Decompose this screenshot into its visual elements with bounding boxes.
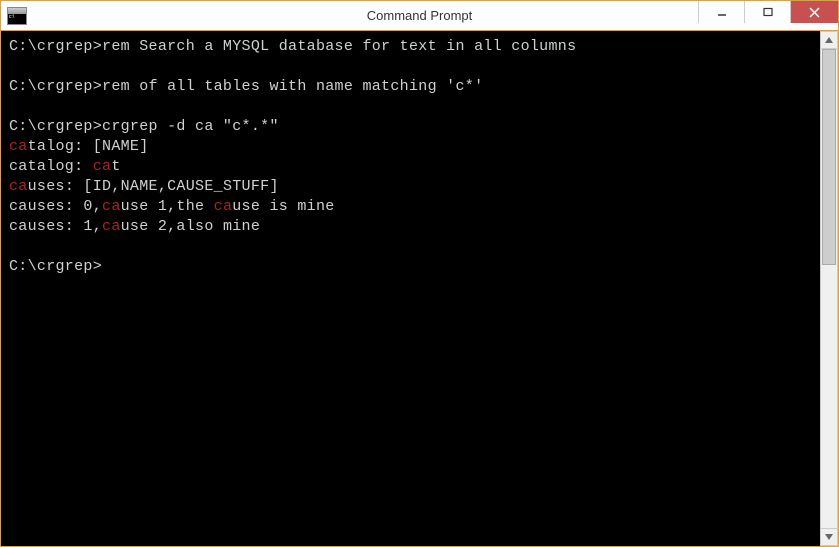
terminal-output[interactable]: C:\crgrep>rem Search a MYSQL database fo… xyxy=(1,31,820,546)
minimize-button[interactable] xyxy=(698,1,744,23)
terminal-line: C:\crgrep>rem of all tables with name ma… xyxy=(9,77,812,97)
command-prompt-window: c:\ Command Prompt C:\crgrep>rem Search … xyxy=(0,0,839,547)
window-title: Command Prompt xyxy=(367,8,472,23)
terminal-line: causes: 1,cause 2,also mine xyxy=(9,217,812,237)
window-controls xyxy=(698,1,838,30)
vertical-scrollbar[interactable] xyxy=(820,31,838,546)
terminal-line xyxy=(9,57,812,77)
terminal-line: catalog: [NAME] xyxy=(9,137,812,157)
titlebar[interactable]: c:\ Command Prompt xyxy=(1,1,838,31)
terminal-line: C:\crgrep>crgrep -d ca "c*.*" xyxy=(9,117,812,137)
scroll-down-button[interactable] xyxy=(820,528,838,546)
terminal-line xyxy=(9,97,812,117)
terminal-line: C:\crgrep>rem Search a MYSQL database fo… xyxy=(9,37,812,57)
close-button[interactable] xyxy=(790,1,838,23)
terminal-line: causes: [ID,NAME,CAUSE_STUFF] xyxy=(9,177,812,197)
cmd-icon: c:\ xyxy=(7,7,27,25)
content-area: C:\crgrep>rem Search a MYSQL database fo… xyxy=(1,31,838,546)
scroll-up-button[interactable] xyxy=(820,31,838,49)
scrollbar-track[interactable] xyxy=(820,49,838,528)
terminal-line xyxy=(9,237,812,257)
maximize-button[interactable] xyxy=(744,1,790,23)
scrollbar-thumb[interactable] xyxy=(822,49,836,265)
terminal-line: C:\crgrep> xyxy=(9,257,812,277)
terminal-line: causes: 0,cause 1,the cause is mine xyxy=(9,197,812,217)
terminal-line: catalog: cat xyxy=(9,157,812,177)
